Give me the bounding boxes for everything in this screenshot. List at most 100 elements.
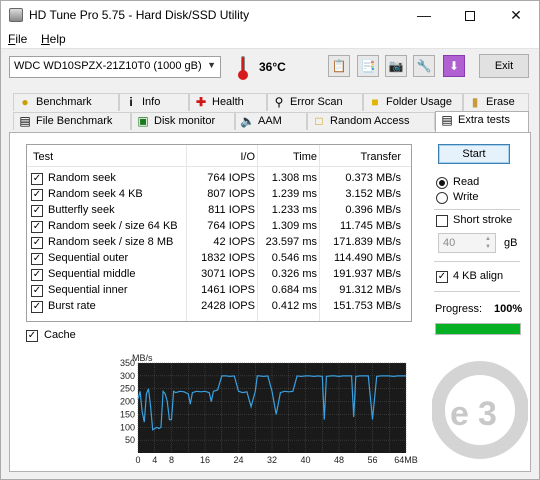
progress-label: Progress: <box>435 303 483 315</box>
tab-erase[interactable]: ▮ Erase <box>463 93 529 111</box>
chart-y-tick-label: 100 <box>120 422 135 432</box>
row-checkbox[interactable]: ✓ <box>31 173 43 185</box>
tab-folder-usage[interactable]: ■ Folder Usage <box>363 93 463 111</box>
write-radio[interactable] <box>436 192 448 204</box>
exit-button[interactable]: Exit <box>479 54 529 78</box>
row-checkbox[interactable]: ✓ <box>31 301 43 313</box>
screenshot-button[interactable]: 📷 <box>385 55 407 77</box>
cell-transfer: 114.490 MB/s <box>333 252 401 264</box>
align-4kb-checkbox[interactable]: ✓ <box>436 271 448 283</box>
tab-file-benchmark[interactable]: ▤ File Benchmark <box>13 112 131 130</box>
app-window: HD Tune Pro 5.75 - Hard Disk/SSD Utility… <box>0 0 540 480</box>
cell-time: 0.412 ms <box>271 300 317 312</box>
progress-bar <box>435 323 521 335</box>
cell-time: 1.309 ms <box>271 220 317 232</box>
cell-time: 1.239 ms <box>271 188 317 200</box>
cell-time: 1.233 ms <box>271 204 317 216</box>
checkmark-icon: ✓ <box>32 221 42 232</box>
row-checkbox[interactable]: ✓ <box>31 205 43 217</box>
download-button[interactable]: ⬇ <box>443 55 465 77</box>
maximize-button[interactable] <box>447 1 493 29</box>
tab-label: Random Access <box>330 115 410 127</box>
thermometer-icon <box>233 54 253 80</box>
monitor-icon: ▣ <box>137 114 149 128</box>
cell-test: Random seek / size 8 MB <box>48 236 174 248</box>
chart-x-tick-label: 56 <box>367 455 377 465</box>
cell-test: Random seek / size 64 KB <box>48 220 178 232</box>
drive-select[interactable]: WDC WD10SPZX-21Z10T0 (1000 gB) ▼ <box>9 56 221 78</box>
magnifier-icon: ⚲ <box>274 95 284 109</box>
results-table: Test I/O Time Transfer ✓ Random seek 764 I… <box>26 144 412 322</box>
cell-io: 42 IOPS <box>213 236 255 248</box>
menu-help[interactable]: Help <box>41 32 66 46</box>
tab-label: File Benchmark <box>36 115 113 127</box>
read-label: Read <box>453 176 480 188</box>
cell-io: 1832 IOPS <box>201 252 255 264</box>
folder-icon: ■ <box>371 95 379 109</box>
row-checkbox[interactable]: ✓ <box>31 285 43 297</box>
cell-transfer: 171.839 MB/s <box>333 236 401 248</box>
random-access-icon: □ <box>315 114 323 128</box>
row-checkbox[interactable]: ✓ <box>31 237 43 249</box>
tab-label: Disk monitor <box>154 115 216 127</box>
tab-error-scan[interactable]: ⚲ Error Scan <box>267 93 363 111</box>
chart-y-tick-label: 300 <box>120 371 135 381</box>
tab-benchmark[interactable]: ● Benchmark <box>13 93 119 111</box>
cell-io: 811 IOPS <box>208 204 255 216</box>
menu-file-label: ile <box>15 32 28 46</box>
row-checkbox[interactable]: ✓ <box>31 189 43 201</box>
short-stroke-label: Short stroke <box>453 214 513 226</box>
health-cross-icon: ✚ <box>195 95 207 109</box>
global-easy-watermark-logo: e 3 <box>432 361 528 459</box>
copy-info-button[interactable]: 📑 <box>357 55 379 77</box>
chart-y-tick-label: 50 <box>125 435 135 445</box>
chart-y-tick-label: 200 <box>120 397 135 407</box>
maximize-icon <box>465 11 475 22</box>
table-header: Test I/O Time Transfer <box>27 145 411 167</box>
row-checkbox[interactable]: ✓ <box>31 253 43 265</box>
cell-time: 1.308 ms <box>271 172 317 184</box>
row-checkbox[interactable]: ✓ <box>31 221 43 233</box>
minimize-button[interactable]: — <box>401 1 447 29</box>
close-button[interactable]: ✕ <box>493 1 539 29</box>
cache-checkbox[interactable]: ✓ <box>26 330 38 342</box>
table-row: ✓ Random seek / size 8 MB 42 IOPS 23.597 ms… <box>27 235 411 251</box>
progress-percent: 100% <box>494 303 523 315</box>
copy-text-button[interactable]: 📋 <box>328 55 350 77</box>
extra-tests-panel: Test I/O Time Transfer ✓ Random seek 764 I… <box>9 132 531 472</box>
write-label: Write <box>453 191 479 203</box>
tabs-row-2: ▤ File Benchmark ▣ Disk monitor 🔈 AAM □ Rand… <box>9 111 531 132</box>
tab-health[interactable]: ✚ Health <box>189 93 267 111</box>
cell-io: 764 IOPS <box>207 220 255 232</box>
benchmark-icon: ● <box>21 95 29 109</box>
tab-aam[interactable]: 🔈 AAM <box>235 112 307 130</box>
checkmark-icon: ✓ <box>32 269 42 280</box>
short-stroke-checkbox[interactable] <box>436 215 448 227</box>
read-radio[interactable] <box>436 177 448 189</box>
short-stroke-size-input[interactable]: 40 ▲ ▼ <box>438 233 496 253</box>
tab-random-access[interactable]: □ Random Access <box>307 112 435 130</box>
download-arrow-icon: ⬇ <box>448 59 460 73</box>
cell-time: 0.684 ms <box>271 284 317 296</box>
start-button[interactable]: Start <box>438 144 510 164</box>
cell-transfer: 191.937 MB/s <box>333 268 401 280</box>
tab-label: Erase <box>486 96 515 108</box>
chart-x-tick-label: 8 <box>169 455 174 465</box>
row-checkbox[interactable]: ✓ <box>31 269 43 281</box>
cell-test: Sequential outer <box>48 252 129 264</box>
menu-help-mnemonic: H <box>41 32 50 46</box>
cell-transfer: 91.312 MB/s <box>339 284 401 296</box>
cell-test: Sequential inner <box>48 284 128 296</box>
menu-file[interactable]: File <box>8 32 27 46</box>
drive-select-value: WDC WD10SPZX-21Z10T0 (1000 gB) <box>14 60 202 72</box>
chart-x-tick-label: 0 <box>135 455 140 465</box>
table-row: ✓ Sequential outer 1832 IOPS 0.546 ms 114.49… <box>27 251 411 267</box>
chart-x-tick-label: 4 <box>152 455 157 465</box>
tab-extra-tests[interactable]: ▤ Extra tests <box>435 111 529 132</box>
tab-info[interactable]: i Info <box>119 93 189 111</box>
chart-y-axis-label: MB/s <box>132 353 153 363</box>
tab-disk-monitor[interactable]: ▣ Disk monitor <box>131 112 235 130</box>
options-button[interactable]: 🔧 <box>413 55 435 77</box>
col-header-io: I/O <box>240 151 255 163</box>
spinner-arrows-icon[interactable]: ▲ ▼ <box>482 235 494 251</box>
